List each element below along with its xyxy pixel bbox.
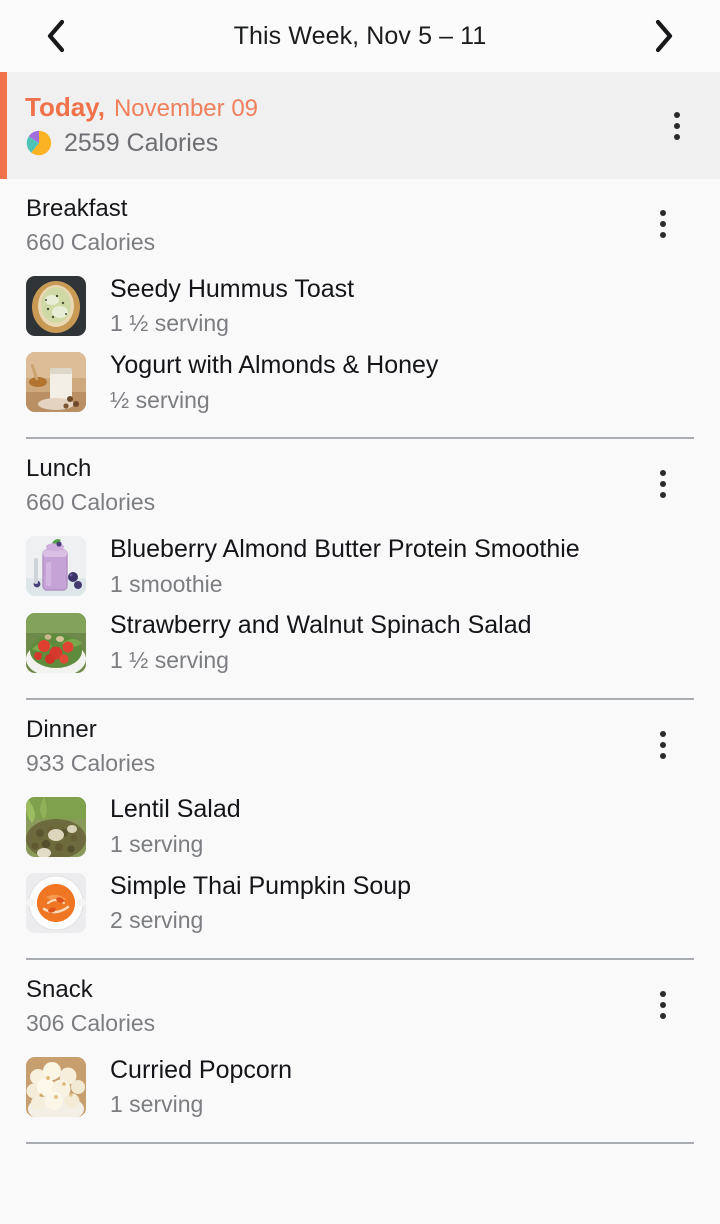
today-calories: 2559 Calories — [64, 128, 219, 157]
meal-title: Snack — [26, 976, 93, 1004]
today-date-line: Today, November 09 — [25, 93, 654, 122]
meal-calories: 660 Calories — [26, 228, 156, 255]
food-item-text: Strawberry and Walnut Spinach Salad 1 ½ s… — [110, 609, 700, 675]
food-item-serving: 1 serving — [110, 830, 204, 857]
food-item-serving: 2 serving — [110, 907, 204, 934]
meal-options-button[interactable] — [640, 458, 686, 510]
meal-header: Dinner 933 Calories — [0, 715, 720, 779]
today-summary-banner[interactable]: Today, November 09 2559 Calories — [0, 72, 720, 179]
food-item-name: Yogurt with Almonds & Honey — [110, 351, 439, 379]
chevron-left-icon — [47, 19, 65, 53]
food-item-name: Simple Thai Pumpkin Soup — [110, 871, 412, 900]
food-thumbnail — [26, 536, 86, 597]
food-item-serving: 1 smoothie — [110, 570, 223, 597]
kebab-dot — [660, 730, 666, 737]
chevron-right-icon — [655, 19, 673, 53]
food-item-text: Yogurt with Almonds & Honey ½ serving — [110, 349, 700, 415]
food-item-serving: 1 ½ serving — [110, 310, 229, 337]
kebab-dot — [660, 221, 666, 227]
food-item-row[interactable]: Seedy Hummus Toast 1 ½ serving — [0, 268, 720, 344]
today-calorie-line: 2559 Calories — [25, 129, 654, 158]
kebab-dot — [660, 210, 666, 216]
meal-food-list: Blueberry Almond Butter Protein Smoothie… — [0, 528, 720, 681]
food-item-row[interactable]: Lentil Salad 1 serving — [0, 788, 720, 864]
kebab-dot — [660, 470, 666, 477]
page-title: This Week, Nov 5 – 11 — [233, 21, 487, 50]
week-navigation-bar: This Week, Nov 5 – 11 — [0, 0, 720, 82]
food-thumbnail — [26, 352, 86, 413]
food-item-row[interactable]: Simple Thai Pumpkin Soup 2 serving — [0, 865, 720, 941]
food-thumbnail — [26, 796, 86, 857]
today-label: Today, — [25, 92, 105, 123]
meal-sections-list: Breakfast 660 Calories Seedy Hummus Toast 1… — [0, 179, 720, 1145]
meal-calories: 660 Calories — [26, 489, 156, 516]
kebab-dot — [660, 492, 666, 499]
kebab-dot — [674, 133, 680, 140]
meal-food-list: Curried Popcorn 1 serving — [0, 1049, 720, 1125]
food-item-serving: ½ serving — [110, 386, 210, 413]
food-item-text: Lentil Salad 1 serving — [110, 793, 700, 859]
meal-section: Snack 306 Calories Curried Popcorn 1 servin… — [0, 960, 720, 1145]
meal-header: Lunch 660 Calories — [0, 454, 720, 518]
food-item-name: Seedy Hummus Toast — [110, 274, 355, 303]
meal-section: Dinner 933 Calories Lentil Salad 1 serving S… — [0, 700, 720, 961]
meal-food-list: Seedy Hummus Toast 1 ½ serving Yogurt with… — [0, 268, 720, 421]
food-thumbnail — [26, 872, 86, 933]
food-item-text: Seedy Hummus Toast 1 ½ serving — [110, 273, 700, 339]
food-item-row[interactable]: Yogurt with Almonds & Honey ½ serving — [0, 344, 720, 420]
food-item-row[interactable]: Strawberry and Walnut Spinach Salad 1 ½ s… — [0, 604, 720, 680]
kebab-dot — [674, 111, 680, 118]
kebab-dot — [660, 481, 666, 488]
meal-header-text: Breakfast 660 Calories — [26, 194, 640, 258]
section-divider — [26, 1142, 694, 1145]
today-summary-text: Today, November 09 2559 Calories — [0, 93, 654, 157]
kebab-dot — [660, 741, 666, 748]
meal-header: Breakfast 660 Calories — [0, 194, 720, 258]
meal-header-text: Snack 306 Calories — [26, 975, 640, 1039]
meal-options-button[interactable] — [640, 979, 686, 1031]
food-item-text: Curried Popcorn 1 serving — [110, 1054, 700, 1120]
meal-food-list: Lentil Salad 1 serving Simple Thai Pumpkin… — [0, 788, 720, 941]
meal-title: Dinner — [26, 715, 97, 743]
meal-options-button[interactable] — [640, 198, 686, 250]
today-date: November 09 — [113, 95, 259, 123]
meal-title: Lunch — [26, 455, 92, 483]
meal-calories: 306 Calories — [26, 1009, 156, 1036]
today-options-button[interactable] — [654, 100, 700, 152]
food-item-serving: 1 ½ serving — [110, 646, 229, 673]
kebab-dot — [660, 232, 666, 238]
meal-header: Snack 306 Calories — [0, 975, 720, 1039]
next-week-button[interactable] — [642, 14, 686, 58]
food-item-row[interactable]: Blueberry Almond Butter Protein Smoothie… — [0, 528, 720, 604]
food-item-text: Simple Thai Pumpkin Soup 2 serving — [110, 870, 700, 936]
food-thumbnail — [26, 612, 86, 673]
meal-title: Breakfast — [26, 195, 128, 222]
food-item-name: Blueberry Almond Butter Protein Smoothie — [110, 535, 580, 563]
meal-section: Breakfast 660 Calories Seedy Hummus Toast 1… — [0, 179, 720, 440]
food-thumbnail — [26, 275, 86, 336]
calorie-pie-chart-icon — [26, 130, 52, 156]
meal-section: Lunch 660 Calories Blueberry Almond Butter… — [0, 439, 720, 700]
food-item-name: Lentil Salad — [110, 795, 241, 824]
food-item-name: Strawberry and Walnut Spinach Salad — [110, 611, 532, 640]
kebab-dot — [674, 122, 680, 129]
food-thumbnail — [26, 1056, 86, 1117]
today-accent-bar — [0, 72, 7, 179]
kebab-dot — [660, 991, 666, 998]
previous-week-button[interactable] — [34, 14, 78, 58]
kebab-dot — [660, 1013, 666, 1020]
food-item-serving: 1 serving — [110, 1091, 204, 1118]
meal-calories: 933 Calories — [26, 749, 156, 776]
meal-header-text: Lunch 660 Calories — [26, 454, 640, 518]
food-item-row[interactable]: Curried Popcorn 1 serving — [0, 1049, 720, 1125]
meal-options-button[interactable] — [640, 719, 686, 771]
kebab-dot — [660, 752, 666, 759]
meal-header-text: Dinner 933 Calories — [26, 715, 640, 779]
food-item-name: Curried Popcorn — [110, 1055, 293, 1084]
food-item-text: Blueberry Almond Butter Protein Smoothie… — [110, 533, 700, 599]
kebab-dot — [660, 1002, 666, 1009]
